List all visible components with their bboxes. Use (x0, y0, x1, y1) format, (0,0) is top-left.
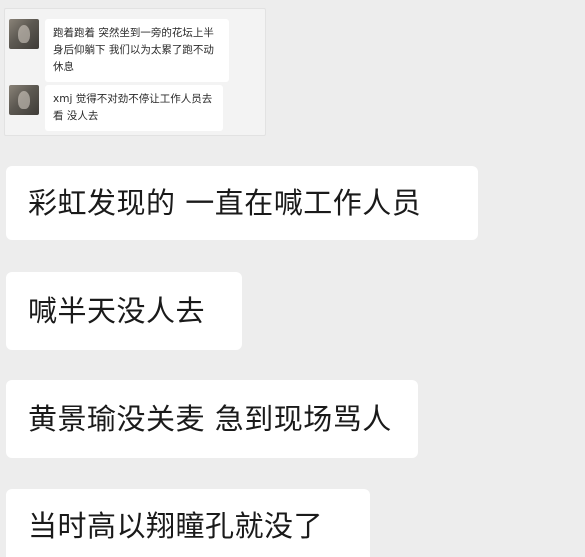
user-avatar-icon[interactable] (9, 85, 39, 115)
chat-message-bubble[interactable]: 黄景瑜没关麦 急到现场骂人 (6, 380, 418, 458)
quoted-message-row: 跑着跑着 突然坐到一旁的花坛上半 身后仰躺下 我们以为太累了跑不动 休息 (9, 19, 229, 82)
quoted-message-bubble[interactable]: xmj 觉得不对劲不停让工作人员去 看 没人去 (45, 85, 223, 131)
quoted-message-row: xmj 觉得不对劲不停让工作人员去 看 没人去 (9, 85, 223, 131)
chat-message-bubble[interactable]: 当时高以翔瞳孔就没了 (6, 489, 370, 557)
chat-message-bubble[interactable]: 喊半天没人去 (6, 272, 242, 350)
chat-screen: 跑着跑着 突然坐到一旁的花坛上半 身后仰躺下 我们以为太累了跑不动 休息 xmj… (0, 0, 585, 557)
user-avatar-icon[interactable] (9, 19, 39, 49)
chat-message-bubble[interactable]: 彩虹发现的 一直在喊工作人员 (6, 166, 478, 240)
quoted-chat-screenshot: 跑着跑着 突然坐到一旁的花坛上半 身后仰躺下 我们以为太累了跑不动 休息 xmj… (4, 8, 266, 136)
quoted-message-bubble[interactable]: 跑着跑着 突然坐到一旁的花坛上半 身后仰躺下 我们以为太累了跑不动 休息 (45, 19, 229, 82)
